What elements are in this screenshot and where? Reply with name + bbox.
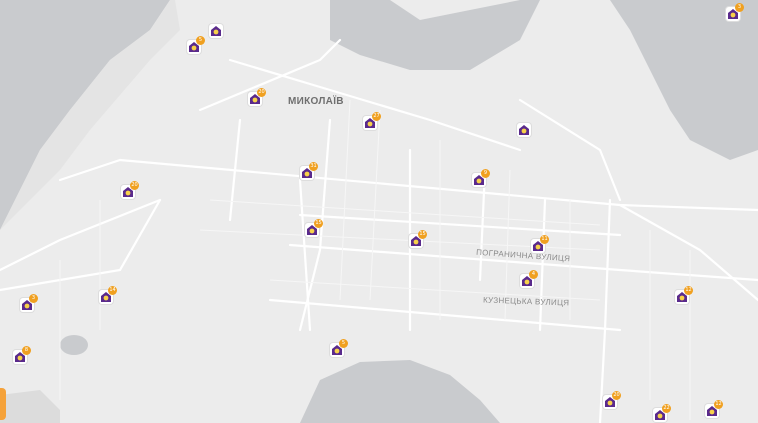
marker-count-badge: 27 [372,112,381,121]
marker-count-badge: 15 [418,230,427,239]
marker-count-badge: 31 [309,162,318,171]
map-marker[interactable]: 3 [726,3,744,23]
map-marker[interactable]: 8 [13,346,31,366]
map-marker[interactable]: 4 [520,270,538,290]
map-marker[interactable]: 12 [675,286,693,306]
map-marker[interactable]: 3 [20,294,38,314]
city-label: МИКОЛАЇВ [288,96,344,107]
map-marker[interactable]: 11 [531,235,549,255]
marker-count-badge: 5 [339,339,348,348]
marker-count-badge: 5 [196,36,205,45]
map-marker[interactable]: 12 [705,400,723,420]
map-marker[interactable]: 20 [121,181,139,201]
marker-count-badge: 20 [612,391,621,400]
marker-count-badge: 12 [714,400,723,409]
map-marker[interactable]: 27 [363,112,381,132]
marker-count-badge: 11 [540,235,549,244]
map-marker[interactable] [517,121,535,139]
marker-count-badge: 20 [130,181,139,190]
marker-count-badge: 22 [662,404,671,413]
map-marker-pin [209,24,223,38]
map-marker[interactable]: 5 [330,339,348,359]
marker-count-badge: 9 [481,169,490,178]
marker-count-badge: 12 [684,286,693,295]
map-marker[interactable]: 31 [300,162,318,182]
map-marker[interactable]: 22 [653,404,671,423]
map-base-layer [0,0,758,423]
map-marker[interactable]: 5 [187,36,205,56]
map-marker[interactable]: 15 [305,219,323,239]
map-marker[interactable]: 9 [472,169,490,189]
map-marker[interactable] [209,22,227,40]
marker-count-badge: 20 [257,88,266,97]
map-marker[interactable]: 20 [248,88,266,108]
store-icon [211,26,221,36]
map-canvas[interactable]: МИКОЛАЇВ ПОГРАНИЧНА ВУЛИЦЯ КУЗНЕЦЬКА ВУЛ… [0,0,758,423]
map-marker-pin [517,123,531,137]
store-icon [519,125,529,135]
marker-count-badge: 15 [314,219,323,228]
map-marker[interactable]: 14 [99,286,117,306]
map-marker[interactable]: 15 [409,230,427,250]
marker-count-badge: 14 [108,286,117,295]
map-marker[interactable]: 20 [603,391,621,411]
side-panel-tab[interactable] [0,388,6,420]
marker-count-badge: 8 [22,346,31,355]
marker-count-badge: 3 [735,3,744,12]
marker-count-badge: 3 [29,294,38,303]
marker-count-badge: 4 [529,270,538,279]
